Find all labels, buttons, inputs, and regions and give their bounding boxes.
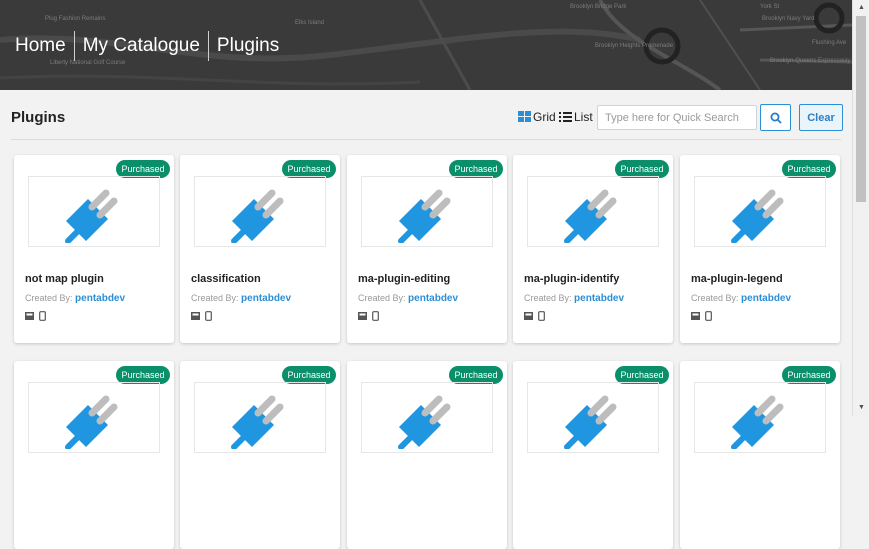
map-label: Brooklyn Navy Yard — [762, 16, 814, 22]
desktop-icon — [191, 312, 200, 320]
device-support — [25, 311, 46, 321]
created-by: Created By: pentabdev — [191, 293, 291, 304]
device-support — [358, 311, 379, 321]
breadcrumb: Home My Catalogue Plugins — [15, 31, 279, 61]
plugin-card[interactable]: Purchased ma-plugin-identify Created By:… — [513, 155, 673, 343]
desktop-icon — [25, 312, 34, 320]
list-label: List — [574, 110, 593, 124]
map-label: Brooklyn Heights Promenade — [595, 43, 674, 49]
mobile-icon — [705, 311, 712, 321]
quick-search-input[interactable] — [597, 105, 757, 130]
scroll-thumb[interactable] — [856, 16, 866, 202]
plugin-thumbnail — [694, 176, 826, 247]
created-by-label: Created By: — [191, 293, 239, 303]
plugin-thumbnail — [194, 176, 326, 247]
breadcrumb-separator — [207, 31, 209, 61]
plugin-card[interactable]: Purchased — [680, 361, 840, 549]
created-by-label: Created By: — [691, 293, 739, 303]
list-icon — [559, 111, 572, 122]
plug-icon — [398, 189, 451, 243]
mobile-icon — [538, 311, 545, 321]
plugin-card[interactable]: Purchased — [513, 361, 673, 549]
grid-icon — [518, 111, 531, 122]
scroll-up-arrow[interactable]: ▲ — [853, 0, 869, 16]
breadcrumb-home[interactable]: Home — [15, 35, 66, 57]
plug-icon — [731, 189, 784, 243]
plugin-thumbnail — [28, 382, 160, 453]
plug-icon — [231, 189, 284, 243]
page-title: Plugins — [11, 109, 66, 126]
map-label: Brooklyn-Queens Expressway — [770, 58, 850, 64]
plugin-thumbnail — [28, 176, 160, 247]
created-by-label: Created By: — [358, 293, 406, 303]
device-support — [524, 311, 545, 321]
author-link[interactable]: pentabdev — [241, 293, 291, 304]
grid-view-toggle[interactable]: Grid — [518, 110, 556, 124]
plugin-card[interactable]: Purchased not map plugin Created By: pen… — [14, 155, 174, 343]
plugin-thumbnail — [694, 382, 826, 453]
created-by: Created By: pentabdev — [524, 293, 624, 304]
header-banner: Elks Island Brooklyn Bridge Park Brookly… — [0, 0, 852, 90]
author-link[interactable]: pentabdev — [408, 293, 458, 304]
divider — [11, 139, 841, 140]
device-support — [691, 311, 712, 321]
desktop-icon — [358, 312, 367, 320]
plugin-thumbnail — [527, 382, 659, 453]
author-link[interactable]: pentabdev — [741, 293, 791, 304]
map-label: Plug Fashion Remains — [45, 16, 105, 22]
plugin-thumbnail — [527, 176, 659, 247]
plugin-card[interactable]: Purchased — [347, 361, 507, 549]
plug-icon — [564, 189, 617, 243]
map-label: Elks Island — [295, 20, 324, 26]
breadcrumb-separator — [73, 31, 75, 61]
mobile-icon — [205, 311, 212, 321]
map-label: Brooklyn Bridge Park — [570, 4, 627, 10]
plugin-thumbnail — [194, 382, 326, 453]
map-label: Flushing Ave — [812, 40, 847, 46]
plug-icon — [398, 395, 451, 449]
plugin-card[interactable]: Purchased classification Created By: pen… — [180, 155, 340, 343]
author-link[interactable]: pentabdev — [574, 293, 624, 304]
search-button[interactable] — [760, 104, 791, 131]
plug-icon — [564, 395, 617, 449]
plug-icon — [65, 189, 118, 243]
plug-icon — [231, 395, 284, 449]
list-view-toggle[interactable]: List — [559, 110, 593, 124]
device-support — [191, 311, 212, 321]
plugin-thumbnail — [361, 176, 493, 247]
plugin-card[interactable]: Purchased — [14, 361, 174, 549]
plugin-card[interactable]: Purchased ma-plugin-editing Created By: … — [347, 155, 507, 343]
map-label: York St — [760, 4, 779, 10]
search-icon — [770, 112, 782, 124]
created-by: Created By: pentabdev — [691, 293, 791, 304]
desktop-icon — [524, 312, 533, 320]
plugin-name[interactable]: ma-plugin-identify — [524, 273, 619, 285]
breadcrumb-my-catalogue[interactable]: My Catalogue — [83, 35, 200, 57]
created-by-label: Created By: — [25, 293, 73, 303]
mobile-icon — [372, 311, 379, 321]
plugin-name[interactable]: ma-plugin-editing — [358, 273, 450, 285]
breadcrumb-plugins[interactable]: Plugins — [217, 35, 279, 57]
created-by: Created By: pentabdev — [358, 293, 458, 304]
plugin-name[interactable]: ma-plugin-legend — [691, 273, 783, 285]
grid-label: Grid — [533, 110, 556, 124]
vertical-scrollbar[interactable]: ▲ ▼ — [852, 0, 869, 416]
created-by-label: Created By: — [524, 293, 572, 303]
plugin-name[interactable]: not map plugin — [25, 273, 104, 285]
desktop-icon — [691, 312, 700, 320]
author-link[interactable]: pentabdev — [75, 293, 125, 304]
created-by: Created By: pentabdev — [25, 293, 125, 304]
scroll-down-arrow[interactable]: ▼ — [853, 400, 869, 416]
plugin-card[interactable]: Purchased ma-plugin-legend Created By: p… — [680, 155, 840, 343]
plug-icon — [65, 395, 118, 449]
plugin-thumbnail — [361, 382, 493, 453]
plug-icon — [731, 395, 784, 449]
mobile-icon — [39, 311, 46, 321]
plugin-name[interactable]: classification — [191, 273, 261, 285]
plugin-card[interactable]: Purchased — [180, 361, 340, 549]
clear-button[interactable]: Clear — [799, 104, 843, 131]
